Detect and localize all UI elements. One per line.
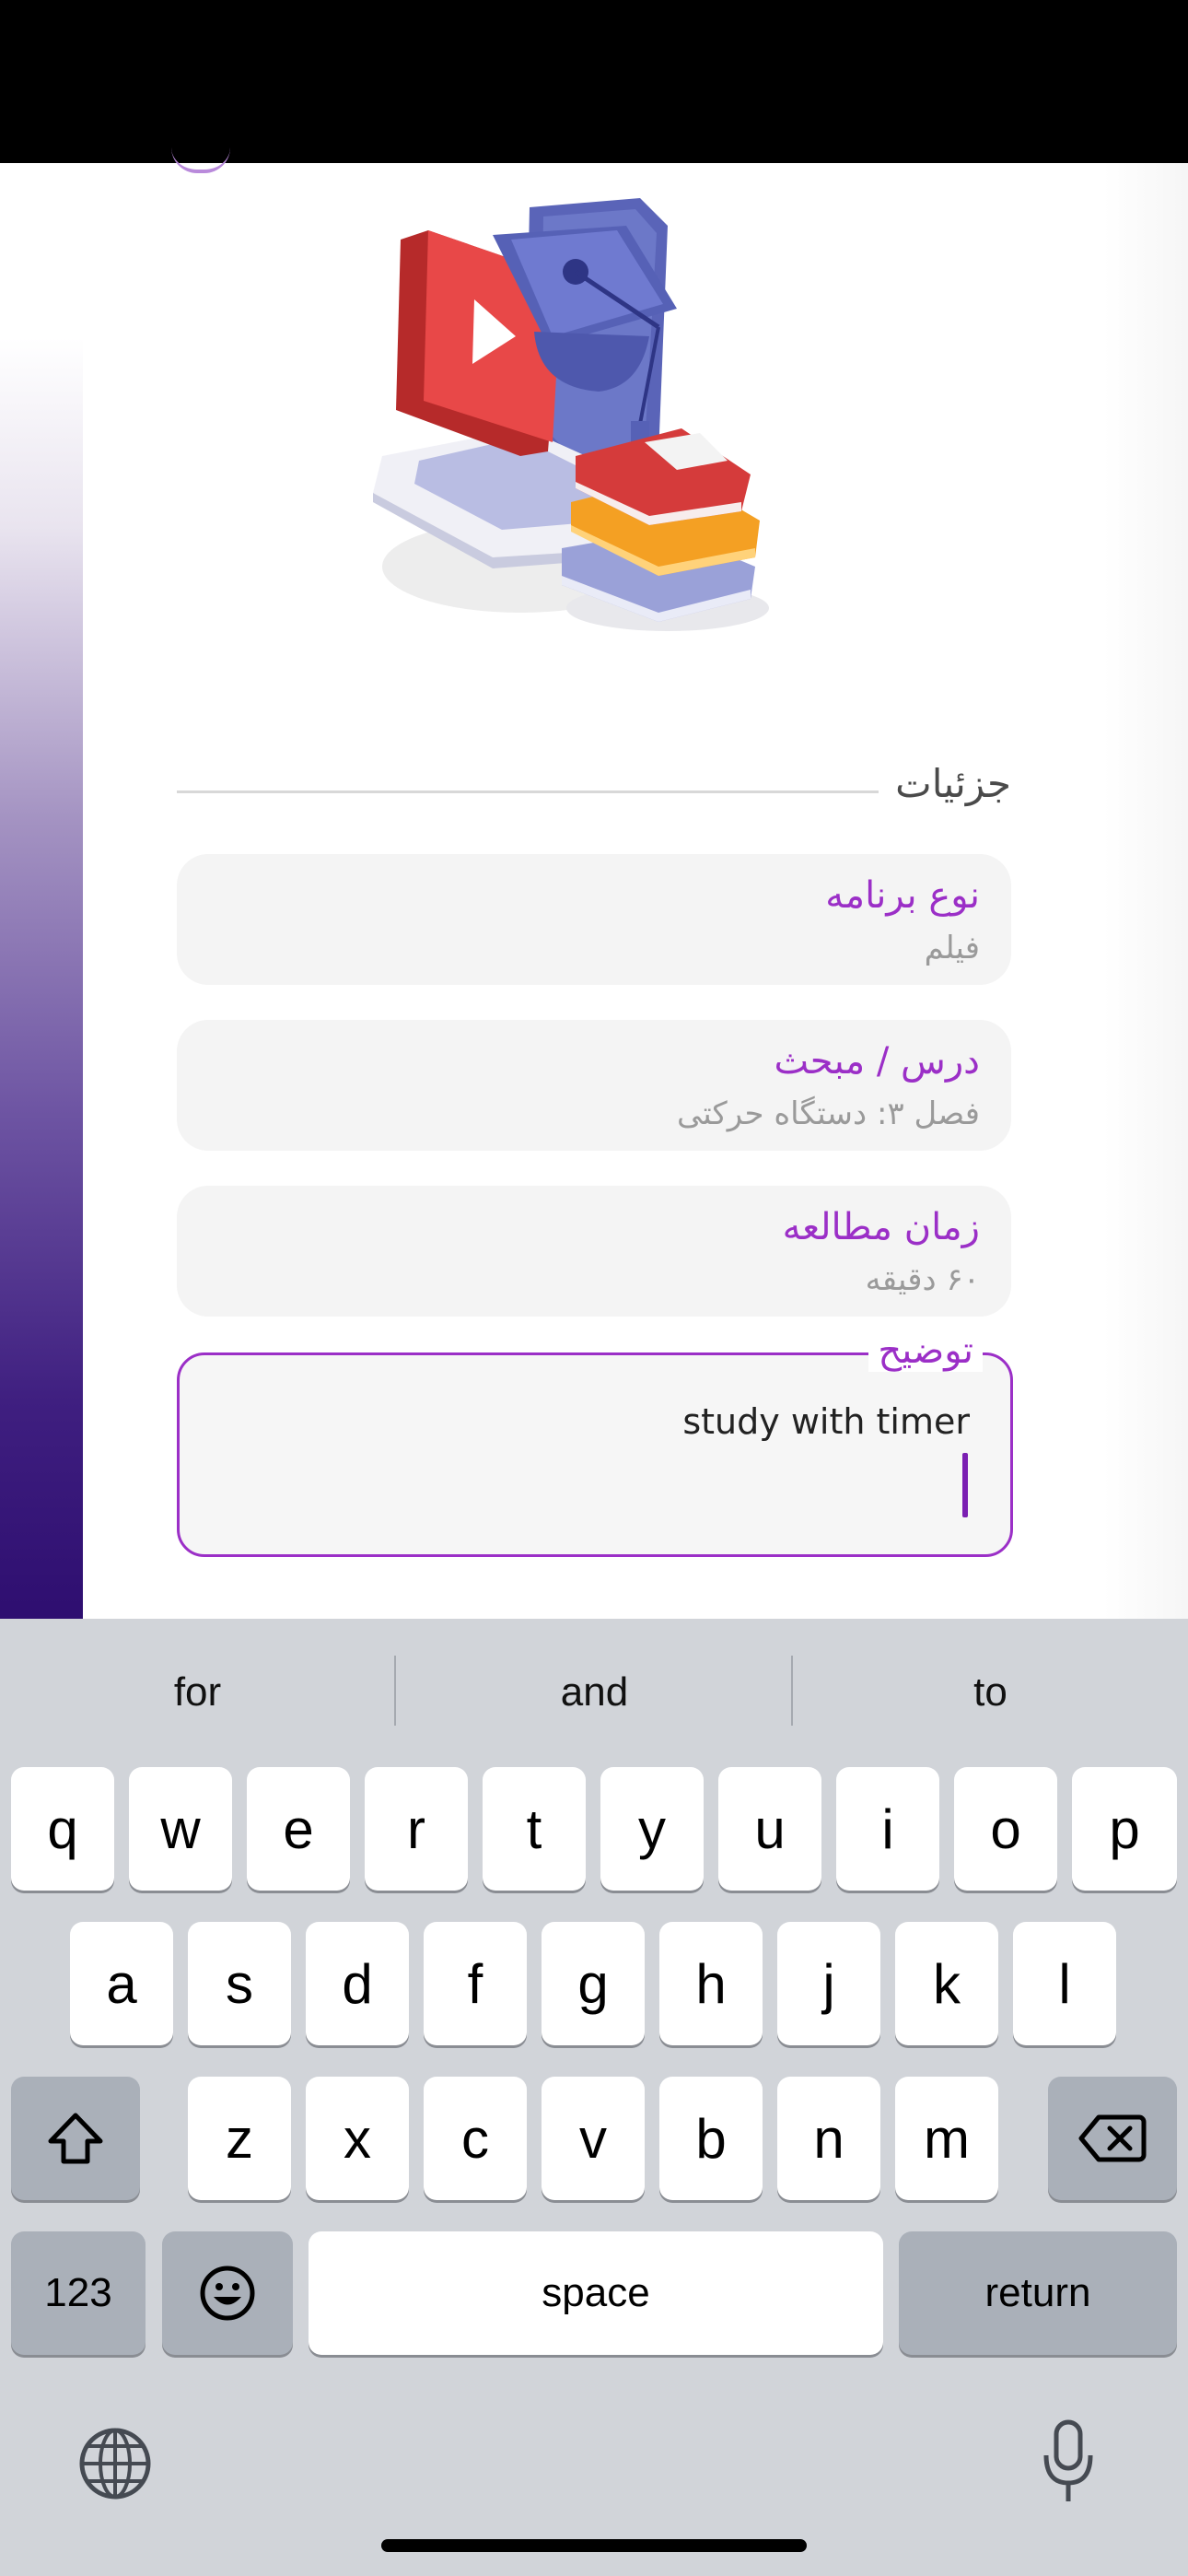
- numbers-key[interactable]: 123: [11, 2231, 146, 2355]
- description-textarea[interactable]: توضیح study with timer: [177, 1329, 1013, 1557]
- key-w[interactable]: w: [129, 1767, 232, 1891]
- suggestion-2[interactable]: and: [397, 1619, 792, 1766]
- suggestion-divider: [394, 1656, 396, 1726]
- field-value: فصل ۳: دستگاه حرکتی: [676, 1095, 980, 1132]
- return-key[interactable]: return: [899, 2231, 1177, 2355]
- key-z[interactable]: z: [188, 2077, 291, 2200]
- key-j[interactable]: j: [777, 1922, 880, 2045]
- field-label: زمان مطالعه: [782, 1206, 980, 1248]
- key-s[interactable]: s: [188, 1922, 291, 2045]
- field-value: فیلم: [924, 930, 980, 966]
- details-section-title: جزئیات: [895, 761, 1011, 806]
- key-c[interactable]: c: [424, 2077, 527, 2200]
- key-r[interactable]: r: [365, 1767, 468, 1891]
- suggestion-bar: for and to: [0, 1619, 1188, 1766]
- key-n[interactable]: n: [777, 2077, 880, 2200]
- emoji-key[interactable]: [162, 2231, 293, 2355]
- key-v[interactable]: v: [542, 2077, 645, 2200]
- education-illustration: [373, 198, 769, 631]
- study-time-field[interactable]: زمان مطالعه ۶۰ دقیقه: [177, 1186, 1011, 1317]
- shift-arrow-icon: [48, 2113, 103, 2164]
- key-e[interactable]: e: [247, 1767, 350, 1891]
- background-gradient-left: [0, 163, 83, 1619]
- details-section-header: جزئیات: [177, 755, 1011, 820]
- key-x[interactable]: x: [306, 2077, 409, 2200]
- key-q[interactable]: q: [11, 1767, 114, 1891]
- key-o[interactable]: o: [954, 1767, 1057, 1891]
- microphone-icon[interactable]: [1041, 2418, 1096, 2506]
- key-b[interactable]: b: [659, 2077, 763, 2200]
- description-value: study with timer: [682, 1401, 970, 1442]
- key-g[interactable]: g: [542, 1922, 645, 2045]
- text-cursor: [962, 1453, 968, 1517]
- key-h[interactable]: h: [659, 1922, 763, 2045]
- section-divider: [177, 790, 879, 793]
- suggestion-3[interactable]: to: [793, 1619, 1188, 1766]
- status-bar: [0, 0, 1188, 163]
- space-key[interactable]: space: [309, 2231, 883, 2355]
- key-y[interactable]: y: [600, 1767, 704, 1891]
- key-i[interactable]: i: [836, 1767, 939, 1891]
- key-l[interactable]: l: [1013, 1922, 1116, 2045]
- lesson-topic-field[interactable]: درس / مبحث فصل ۳: دستگاه حرکتی: [177, 1020, 1011, 1151]
- key-a[interactable]: a: [70, 1922, 173, 2045]
- backspace-icon: [1078, 2114, 1147, 2162]
- field-value: ۶۰ دقیقه: [865, 1261, 980, 1298]
- key-t[interactable]: t: [483, 1767, 586, 1891]
- program-type-field[interactable]: نوع برنامه فیلم: [177, 854, 1011, 985]
- key-u[interactable]: u: [718, 1767, 821, 1891]
- shift-key[interactable]: [11, 2077, 140, 2200]
- key-f[interactable]: f: [424, 1922, 527, 2045]
- key-k[interactable]: k: [895, 1922, 998, 2045]
- emoji-icon: [200, 2266, 255, 2321]
- description-label: توضیح: [868, 1329, 983, 1372]
- backspace-key[interactable]: [1048, 2077, 1177, 2200]
- background-shade-right: [1103, 163, 1188, 1619]
- suggestion-1[interactable]: for: [0, 1619, 395, 1766]
- key-p[interactable]: p: [1072, 1767, 1177, 1891]
- key-d[interactable]: d: [306, 1922, 409, 2045]
- home-indicator: [381, 2539, 807, 2552]
- field-label: نوع برنامه: [825, 874, 980, 917]
- field-label: درس / مبحث: [774, 1040, 980, 1083]
- key-m[interactable]: m: [895, 2077, 998, 2200]
- globe-icon[interactable]: [77, 2426, 153, 2501]
